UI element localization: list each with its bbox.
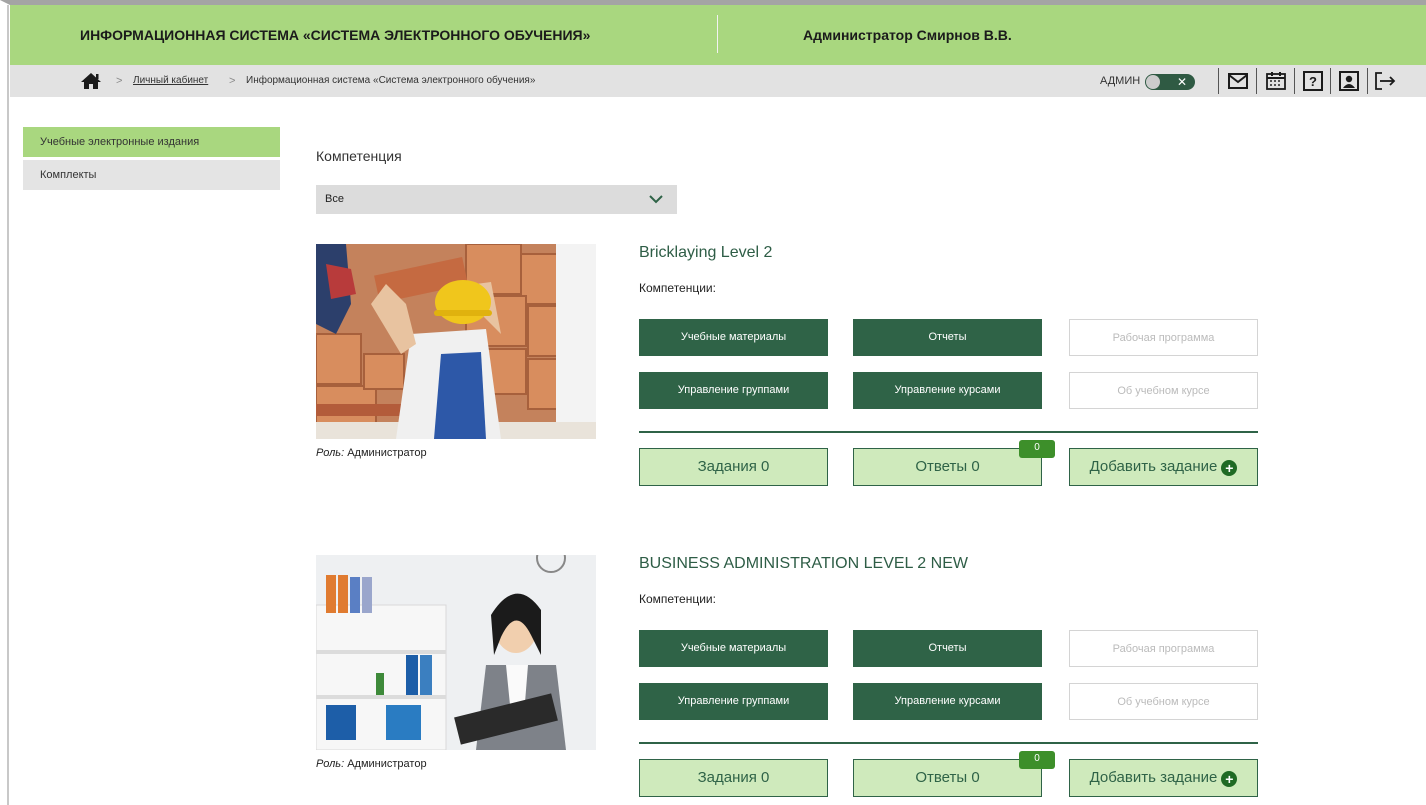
work-program-button[interactable]: Рабочая программа [1069, 630, 1258, 667]
toolbar-divider [1256, 68, 1257, 94]
role-value: Администратор [347, 758, 427, 770]
sidebar-item-kits[interactable]: Комплекты [23, 160, 280, 190]
home-icon[interactable] [80, 72, 102, 90]
answers-button[interactable]: Ответы 0 [853, 448, 1042, 486]
answers-button[interactable]: Ответы 0 [853, 759, 1042, 797]
toolbar-divider [1367, 68, 1368, 94]
role-label: Роль: [316, 447, 345, 459]
competency-select-value: Все [325, 193, 344, 205]
course-title[interactable]: BUSINESS ADMINISTRATION LEVEL 2 NEW [639, 555, 968, 573]
about-course-button[interactable]: Об учебном курсе [1069, 372, 1258, 409]
admin-label: АДМИН [1100, 75, 1141, 87]
toggle-knob [1146, 75, 1160, 89]
sidebar-item-e-publications[interactable]: Учебные электронные издания [23, 127, 280, 157]
breadcrumb-link-cabinet[interactable]: Личный кабинет [133, 65, 208, 97]
help-icon[interactable]: ? [1302, 71, 1324, 91]
manage-courses-button[interactable]: Управление курсами [853, 683, 1042, 720]
course-image-business [316, 555, 596, 750]
add-task-button[interactable]: Добавить задание + [1069, 759, 1258, 797]
reports-button[interactable]: Отчеты [853, 630, 1042, 667]
window-edge [7, 5, 9, 805]
competencies-label: Компетенции: [639, 592, 716, 606]
course-card: Роль: Администратор BUSINESS ADMINISTRAT… [316, 555, 1266, 805]
competencies-label: Компетенции: [639, 281, 716, 295]
chevron-down-icon [649, 195, 663, 204]
header-divider [717, 15, 718, 53]
svg-text:?: ? [1309, 74, 1317, 89]
answers-count-badge: 0 [1019, 751, 1055, 769]
course-role: Роль: Администратор [316, 447, 427, 459]
role-value: Администратор [347, 447, 427, 459]
admin-toggle[interactable]: ✕ [1145, 74, 1195, 90]
breadcrumb-separator: > [116, 75, 123, 87]
role-label: Роль: [316, 758, 345, 770]
course-divider [639, 742, 1258, 744]
tasks-button[interactable]: Задания 0 [639, 759, 828, 797]
plus-circle-icon: + [1221, 771, 1238, 787]
reports-button[interactable]: Отчеты [853, 319, 1042, 356]
toolbar-divider [1218, 68, 1219, 94]
plus-circle-icon: + [1221, 460, 1238, 476]
answers-count-badge: 0 [1019, 440, 1055, 458]
about-course-button[interactable]: Об учебном курсе [1069, 683, 1258, 720]
app-title: ИНФОРМАЦИОННАЯ СИСТЕМА «СИСТЕМА ЭЛЕКТРОН… [80, 27, 591, 43]
add-task-button[interactable]: Добавить задание + [1069, 448, 1258, 486]
user-name: Администратор Смирнов В.В. [803, 27, 1012, 43]
course-image-bricklaying [316, 244, 596, 439]
add-task-label: Добавить задание [1089, 769, 1218, 786]
work-program-button[interactable]: Рабочая программа [1069, 319, 1258, 356]
top-header: ИНФОРМАЦИОННАЯ СИСТЕМА «СИСТЕМА ЭЛЕКТРОН… [10, 5, 1426, 65]
profile-icon[interactable] [1338, 71, 1360, 91]
toolbar-divider [1330, 68, 1331, 94]
breadcrumb-current: Информационная система «Система электрон… [246, 75, 536, 86]
course-divider [639, 431, 1258, 433]
competency-select[interactable]: Все [316, 185, 677, 214]
breadcrumb-separator: > [229, 75, 236, 87]
study-materials-button[interactable]: Учебные материалы [639, 319, 828, 356]
toggle-off-mark: ✕ [1176, 75, 1187, 89]
manage-courses-button[interactable]: Управление курсами [853, 372, 1042, 409]
calendar-icon[interactable] [1265, 71, 1287, 91]
breadcrumb-bar: > Личный кабинет > Информационная систем… [10, 65, 1426, 97]
course-card: Роль: Администратор Bricklaying Level 2 … [316, 244, 1266, 494]
course-title[interactable]: Bricklaying Level 2 [639, 244, 772, 262]
study-materials-button[interactable]: Учебные материалы [639, 630, 828, 667]
add-task-label: Добавить задание [1089, 458, 1218, 475]
toolbar-divider [1294, 68, 1295, 94]
competency-filter-label: Компетенция [316, 148, 402, 164]
manage-groups-button[interactable]: Управление группами [639, 372, 828, 409]
tasks-button[interactable]: Задания 0 [639, 448, 828, 486]
course-role: Роль: Администратор [316, 758, 427, 770]
logout-icon[interactable] [1374, 71, 1396, 91]
mail-icon[interactable] [1227, 71, 1249, 91]
manage-groups-button[interactable]: Управление группами [639, 683, 828, 720]
